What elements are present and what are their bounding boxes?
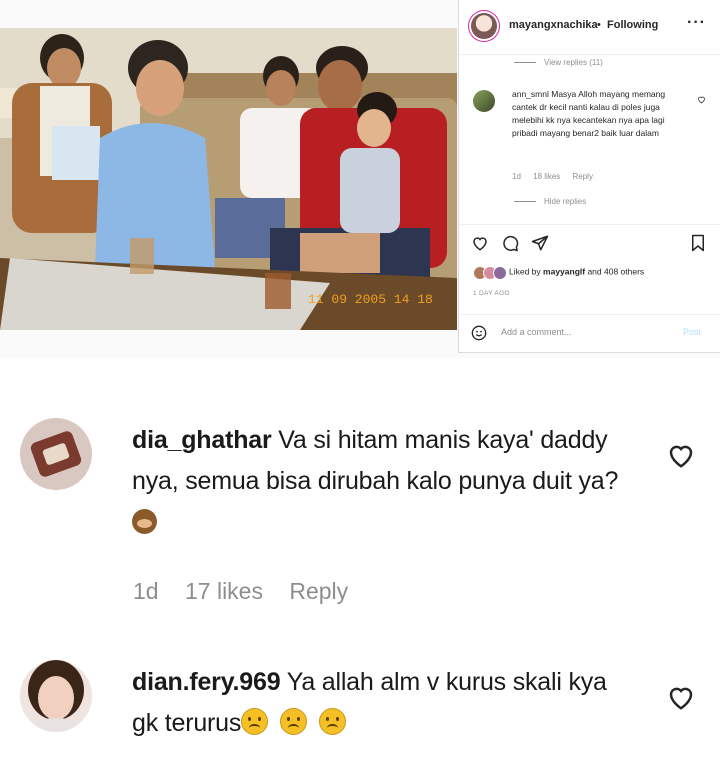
comment-bubble-icon[interactable]: [501, 234, 519, 252]
comment-reply-button[interactable]: Reply: [573, 172, 593, 181]
comment-age: 1d: [133, 578, 159, 604]
photo-timestamp: 11 09 2005 14 18: [308, 292, 433, 307]
add-comment-input[interactable]: Add a comment...: [501, 327, 572, 337]
view-replies-label: View replies (11): [544, 58, 603, 67]
instagram-post: 11 09 2005 14 18 mayangxnachika • Follow…: [0, 0, 720, 358]
like-heart-icon[interactable]: [471, 234, 489, 252]
liker-avatars: [473, 266, 507, 280]
liked-by-user[interactable]: mayyanglf: [543, 266, 585, 276]
hide-replies-link[interactable]: Hide replies: [514, 197, 586, 206]
comment-item: dia_ghathar Va si hitam manis kaya' dadd…: [0, 418, 720, 618]
add-comment-bar: Add a comment... Post: [459, 314, 720, 353]
comment-like-icon[interactable]: [697, 95, 706, 104]
sad-face-emoji: [241, 708, 269, 735]
avatar-image: [20, 660, 92, 732]
post-sidebar: mayangxnachika • Following ··· View repl…: [458, 0, 720, 353]
comment-meta: 1d 17 likes Reply: [133, 578, 368, 605]
avatar-image: [20, 418, 92, 490]
post-header: mayangxnachika • Following ···: [459, 0, 720, 55]
comment-item: dian.fery.969 Ya allah alm v kurus skali…: [0, 660, 720, 760]
commenter-username[interactable]: dia_ghathar: [132, 426, 272, 454]
sad-face-emoji: [280, 708, 308, 735]
comment-body: dia_ghathar Va si hitam manis kaya' dadd…: [132, 420, 632, 543]
author-username[interactable]: mayangxnachika: [509, 19, 598, 31]
comment-age: 1d: [512, 172, 521, 181]
liked-by-suffix[interactable]: and 408 others: [585, 266, 644, 276]
comment-like-icon[interactable]: [666, 440, 696, 470]
liked-by-line: Liked by mayyanglf and 408 others: [473, 266, 644, 280]
post-photo[interactable]: 11 09 2005 14 18: [0, 28, 457, 330]
comment-like-icon[interactable]: [666, 682, 696, 712]
comment-reply-button[interactable]: Reply: [289, 578, 348, 604]
view-replies-link[interactable]: View replies (11): [514, 58, 603, 67]
commenter-avatar[interactable]: [473, 90, 495, 112]
comment-likes[interactable]: 18 likes: [533, 172, 560, 181]
more-options-icon[interactable]: ···: [687, 14, 706, 32]
commenter-avatar[interactable]: [20, 418, 92, 490]
emoji-smile-icon[interactable]: [471, 325, 487, 341]
author-avatar[interactable]: [471, 13, 497, 39]
comment-likes[interactable]: 17 likes: [185, 578, 263, 604]
commenter-username[interactable]: dian.fery.969: [132, 668, 281, 696]
commenter-username[interactable]: ann_smnl: [512, 89, 549, 99]
comment-body: dian.fery.969 Ya allah alm v kurus skali…: [132, 662, 632, 744]
liked-by-prefix: Liked by: [509, 266, 544, 277]
save-bookmark-icon[interactable]: [689, 234, 707, 252]
comment-body: ann_smnl Masya Alloh mayang memang cante…: [512, 88, 692, 140]
share-paper-plane-icon[interactable]: [531, 234, 549, 252]
commenter-avatar[interactable]: [20, 660, 92, 732]
sad-face-emoji: [319, 708, 347, 735]
hide-replies-label: Hide replies: [544, 197, 587, 206]
post-date: 1 DAY AGO: [473, 290, 510, 297]
separator-dot: •: [597, 19, 601, 31]
post-actions: [459, 224, 720, 261]
comment-meta: 1d 18 likes Reply: [512, 172, 603, 181]
see-no-evil-monkey-emoji: [132, 509, 157, 534]
family-photo-illustration: 11 09 2005 14 18: [0, 28, 457, 330]
post-comment-button[interactable]: Post: [683, 327, 701, 337]
following-button[interactable]: Following: [607, 19, 658, 31]
